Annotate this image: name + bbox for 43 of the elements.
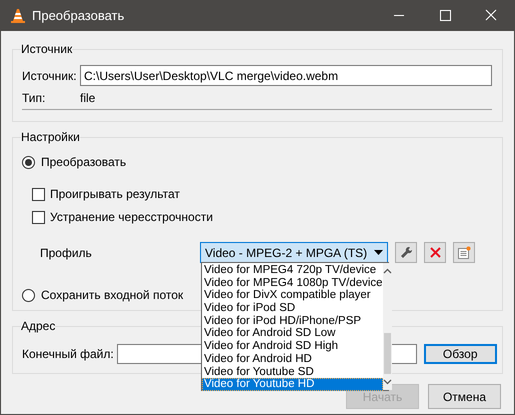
field-label: Конечный файл: (22, 347, 114, 361)
radio-button[interactable] (22, 288, 35, 302)
edit-profile-button[interactable] (395, 242, 417, 263)
radio-button[interactable] (22, 156, 35, 168)
type-value: file (80, 91, 96, 105)
radio-label: Преобразовать (41, 155, 126, 169)
browse-button[interactable]: Обзор (424, 344, 497, 364)
dialog-button[interactable]: Отмена (428, 384, 501, 409)
profile-option[interactable]: Video for iPod SD (202, 302, 383, 315)
profile-option[interactable]: Video for Android SD High (202, 340, 383, 353)
profile-option[interactable]: Video for iPod HD/iPhone/PSP (202, 314, 383, 328)
field-label: Источник: (22, 68, 78, 82)
profile-option[interactable]: Video for Android HD (202, 352, 383, 366)
wrench-icon (400, 246, 412, 259)
profile-option[interactable]: Video for Youtube SD (202, 366, 383, 378)
delete-profile-button[interactable] (424, 242, 446, 263)
radio-label: Сохранить входной поток (41, 288, 184, 302)
group-title: Источник (21, 42, 72, 56)
field-label: Тип: (22, 91, 46, 105)
list-icon (457, 246, 471, 260)
profile-dropdown[interactable]: Video - MPEG-2 + MPGA (TS) (200, 242, 388, 263)
source-field[interactable]: C:\Users\User\Desktop\VLC merge\video.webm (80, 65, 492, 86)
profile-option[interactable]: Video for MPEG4 720p TV/device (202, 264, 383, 277)
profile-option[interactable]: Video for DivX compatible player (202, 289, 383, 302)
group-title: Адрес (21, 319, 56, 333)
checkbox-label: Проигрывать результат (50, 187, 180, 201)
window-title: Преобразовать (32, 8, 126, 23)
cone-icon (10, 8, 26, 24)
group-title: Настройки (21, 130, 80, 144)
scrollbar[interactable] (382, 263, 392, 390)
scrollbar-thumb[interactable] (384, 333, 391, 374)
checkbox-label: Устранение чересстрочности (50, 210, 213, 224)
profile-option[interactable]: Video for Android SD Low (202, 327, 383, 340)
chevron-up-icon[interactable] (382, 268, 392, 274)
delete-icon (430, 247, 440, 258)
caret-icon (374, 250, 383, 255)
profile-label: Профиль (40, 246, 93, 260)
chevron-down-icon[interactable] (382, 379, 392, 385)
new-profile-button[interactable] (453, 242, 475, 263)
checkbox[interactable] (32, 188, 45, 200)
profile-option[interactable]: Video for Youtube HD (202, 378, 383, 391)
checkbox[interactable] (32, 210, 45, 224)
profile-option[interactable]: Video for MPEG4 1080p TV/device (202, 276, 383, 290)
